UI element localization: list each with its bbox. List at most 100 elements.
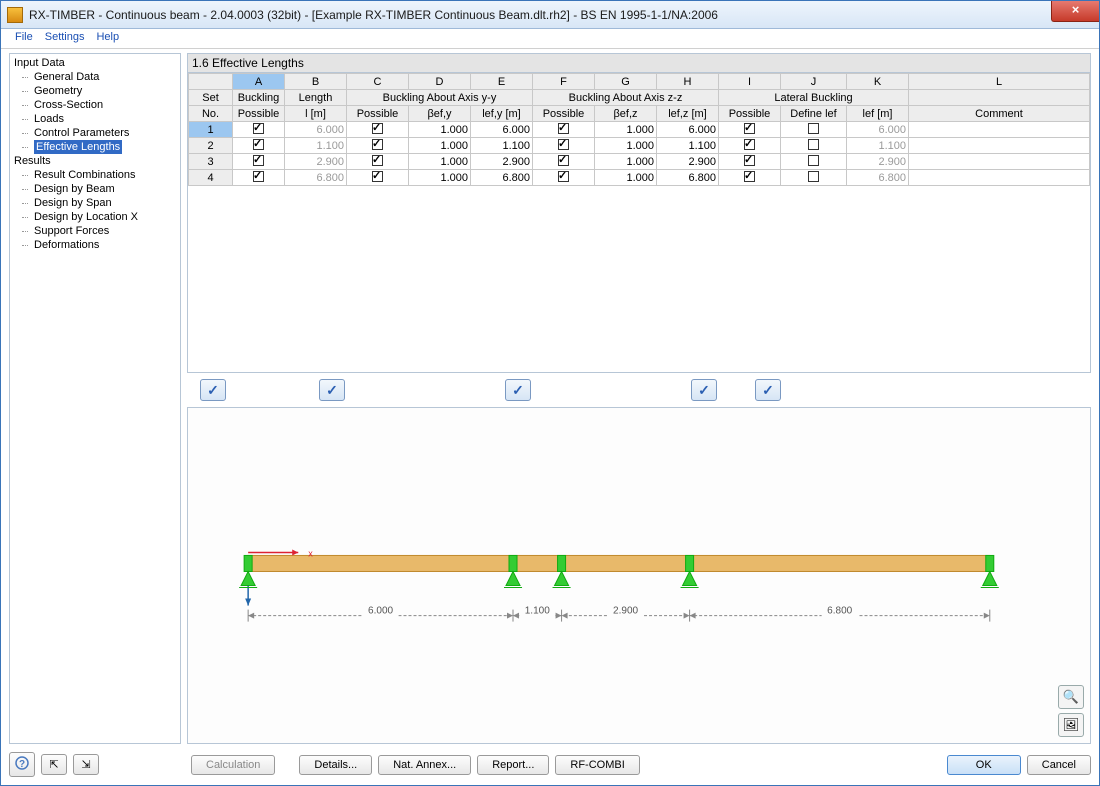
export-button[interactable]: ⇲ — [73, 754, 99, 775]
checkbox[interactable] — [558, 139, 569, 150]
print-preview-button[interactable]: 🖼 — [1058, 713, 1084, 737]
tree-item[interactable]: Design by Location X — [10, 210, 180, 224]
col-set: Set — [189, 90, 233, 106]
checkbox[interactable] — [253, 123, 264, 134]
column-letter[interactable]: G — [595, 74, 657, 90]
column-letter[interactable]: E — [471, 74, 533, 90]
checkbox[interactable] — [744, 139, 755, 150]
checkbox[interactable] — [253, 171, 264, 182]
column-toggle-button[interactable]: ✓ — [319, 379, 345, 401]
calculation-button[interactable]: Calculation — [191, 755, 275, 775]
tree-item[interactable]: Support Forces — [10, 224, 180, 238]
titlebar: RX-TIMBER - Continuous beam - 2.04.0003 … — [1, 1, 1099, 29]
column-letter[interactable]: L — [909, 74, 1090, 90]
rf-combi-button[interactable]: RF-COMBI — [555, 755, 639, 775]
checkbox[interactable] — [558, 171, 569, 182]
tree-item[interactable]: Control Parameters — [10, 126, 180, 140]
nat-annex-button[interactable]: Nat. Annex... — [378, 755, 471, 775]
help-button[interactable]: ? — [9, 752, 35, 777]
col-beta-y: βef,y — [409, 106, 471, 122]
panel-title: 1.6 Effective Lengths — [187, 53, 1091, 73]
column-letter[interactable]: I — [719, 74, 781, 90]
cancel-button[interactable]: Cancel — [1027, 755, 1091, 775]
tree-item[interactable]: Design by Span — [10, 196, 180, 210]
col-axis-zz: Buckling About Axis z-z — [533, 90, 719, 106]
checkbox[interactable] — [253, 155, 264, 166]
column-letter[interactable]: F — [533, 74, 595, 90]
details-button[interactable]: Details... — [299, 755, 372, 775]
report-button[interactable]: Report... — [477, 755, 549, 775]
row-number: 3 — [189, 154, 233, 170]
checkbox[interactable] — [372, 123, 383, 134]
checkbox[interactable] — [808, 139, 819, 150]
ok-button[interactable]: OK — [947, 755, 1021, 775]
tree-item[interactable]: Design by Beam — [10, 182, 180, 196]
tree-item[interactable]: Geometry — [10, 84, 180, 98]
tree-header-input: Input Data — [10, 56, 180, 70]
column-toggle-button[interactable]: ✓ — [691, 379, 717, 401]
col-ly: lef,y [m] — [471, 106, 533, 122]
checkbox[interactable] — [372, 155, 383, 166]
svg-text:1.100: 1.100 — [525, 606, 550, 617]
checkbox[interactable] — [372, 171, 383, 182]
table-row[interactable]: 16.0001.0006.0001.0006.0006.000 — [189, 122, 1090, 138]
col-lz: lef,z [m] — [657, 106, 719, 122]
column-letter[interactable]: B — [285, 74, 347, 90]
column-toggle-button[interactable]: ✓ — [755, 379, 781, 401]
tree-item[interactable]: Loads — [10, 112, 180, 126]
menu-settings[interactable]: Settings — [39, 31, 91, 46]
checkbox[interactable] — [372, 139, 383, 150]
col-comment: Comment — [909, 106, 1090, 122]
tree-item[interactable]: General Data — [10, 70, 180, 84]
column-letter[interactable]: H — [657, 74, 719, 90]
checkbox[interactable] — [808, 123, 819, 134]
checkbox[interactable] — [253, 139, 264, 150]
svg-text:6.000: 6.000 — [368, 606, 393, 617]
col-buckling: Buckling — [233, 90, 285, 106]
beam-preview: x 6.000 1.100 2.900 6.800 🔍 🖼 — [187, 407, 1091, 744]
col-axis-yy: Buckling About Axis y-y — [347, 90, 533, 106]
svg-text:x: x — [308, 548, 313, 558]
checkbox[interactable] — [808, 155, 819, 166]
svg-text:6.800: 6.800 — [827, 606, 852, 617]
checkbox[interactable] — [744, 123, 755, 134]
column-letter[interactable]: C — [347, 74, 409, 90]
column-letter[interactable]: A — [233, 74, 285, 90]
col-length: Length — [285, 90, 347, 106]
col-possible-y: Possible — [347, 106, 409, 122]
tree-item[interactable]: Effective Lengths — [34, 140, 122, 154]
checkbox[interactable] — [744, 155, 755, 166]
close-button[interactable]: × — [1051, 1, 1099, 22]
nav-tree: Input Data General DataGeometryCross-Sec… — [9, 53, 181, 744]
column-toggle-button[interactable]: ✓ — [200, 379, 226, 401]
column-letter[interactable]: D — [409, 74, 471, 90]
col-possible-l: Possible — [719, 106, 781, 122]
footer-buttons: ? ⇱ ⇲ Calculation Details... Nat. Annex.… — [1, 744, 1099, 785]
table-row[interactable]: 32.9001.0002.9001.0002.9002.900 — [189, 154, 1090, 170]
table-row[interactable]: 46.8001.0006.8001.0006.8006.800 — [189, 170, 1090, 186]
col-possible-z: Possible — [533, 106, 595, 122]
tree-item[interactable]: Deformations — [10, 238, 180, 252]
checkbox[interactable] — [808, 171, 819, 182]
tree-item[interactable]: Result Combinations — [10, 168, 180, 182]
table-row[interactable]: 21.1001.0001.1001.0001.1001.100 — [189, 138, 1090, 154]
checkbox[interactable] — [558, 155, 569, 166]
row-number: 2 — [189, 138, 233, 154]
col-lateral: Lateral Buckling — [719, 90, 909, 106]
col-possible: Possible — [233, 106, 285, 122]
checkbox[interactable] — [558, 123, 569, 134]
zoom-extents-button[interactable]: 🔍 — [1058, 685, 1084, 709]
checkbox[interactable] — [744, 171, 755, 182]
data-grid[interactable]: ABCDEFGHIJKL Set Buckling Length Bucklin… — [187, 73, 1091, 373]
tree-item[interactable]: Cross-Section — [10, 98, 180, 112]
svg-text:2.900: 2.900 — [613, 606, 638, 617]
col-beta-z: βef,z — [595, 106, 657, 122]
column-letter[interactable]: J — [781, 74, 847, 90]
menu-help[interactable]: Help — [90, 31, 125, 46]
column-toggle-row: ✓ ✓ ✓ ✓ ✓ — [187, 373, 1091, 407]
import-button[interactable]: ⇱ — [41, 754, 67, 775]
column-letter[interactable]: K — [847, 74, 909, 90]
column-toggle-button[interactable]: ✓ — [505, 379, 531, 401]
menu-file[interactable]: File — [9, 31, 39, 46]
col-no: No. — [189, 106, 233, 122]
